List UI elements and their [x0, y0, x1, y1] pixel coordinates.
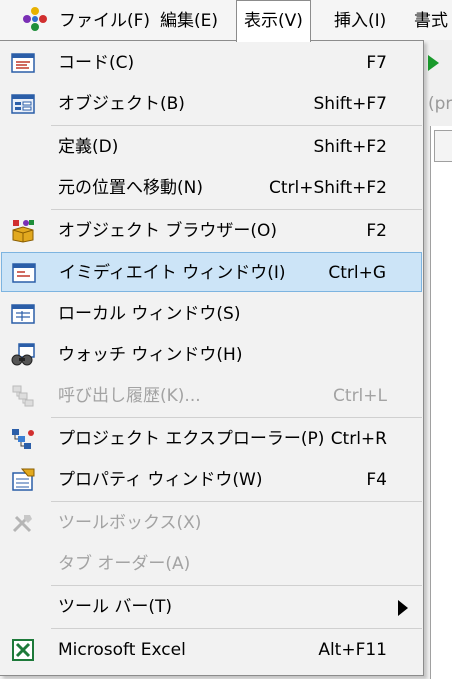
menu-item-label: コード(C): [58, 53, 135, 73]
menu-item-label: オブジェクト ブラウザー(O): [58, 221, 278, 241]
code-window-icon: [11, 53, 35, 73]
menu-item-project-explorer[interactable]: プロジェクト エクスプローラー(P) Ctrl+R: [1, 419, 422, 459]
menu-item-definition[interactable]: 定義(D) Shift+F2: [1, 127, 422, 167]
menu-item-shortcut: Ctrl+R: [330, 429, 387, 449]
background-text: (pr: [428, 94, 452, 114]
immediate-window-icon: [12, 263, 36, 283]
menu-item-label: Microsoft Excel: [58, 640, 186, 660]
menu-item-code[interactable]: コード(C) F7: [1, 43, 422, 83]
menu-item-shortcut: F2: [366, 221, 387, 241]
menu-item-watch-window[interactable]: ウォッチ ウィンドウ(H): [1, 335, 422, 375]
menu-item-microsoft-excel[interactable]: Microsoft Excel Alt+F11: [1, 630, 422, 670]
menu-item-label: オブジェクト(B): [58, 94, 185, 114]
menu-item-shortcut: F7: [366, 53, 387, 73]
menu-item-label: プロジェクト エクスプローラー(P): [58, 429, 325, 449]
menu-item-properties-window[interactable]: プロパティ ウィンドウ(W) F4: [1, 460, 422, 500]
menu-item-label: タブ オーダー(A): [58, 554, 191, 574]
excel-icon: [12, 639, 34, 661]
menu-format[interactable]: 書式: [407, 0, 452, 40]
submenu-arrow-icon: [398, 600, 408, 616]
menu-view[interactable]: 表示(V): [236, 0, 311, 42]
call-stack-icon: [12, 385, 34, 407]
menu-separator: [51, 501, 422, 502]
background-pane-tab: [434, 130, 452, 162]
menu-item-locals-window[interactable]: ローカル ウィンドウ(S): [1, 294, 422, 334]
menu-item-toolbars[interactable]: ツール バー(T): [1, 587, 422, 627]
menu-item-shortcut: Ctrl+G: [328, 263, 386, 283]
menu-item-label: 呼び出し履歴(K)...: [58, 386, 201, 406]
properties-window-icon: [12, 468, 35, 491]
menu-edit[interactable]: 編集(E): [153, 0, 225, 40]
menu-item-toolbox[interactable]: ツールボックス(X): [1, 503, 422, 543]
menu-item-tab-order[interactable]: タブ オーダー(A): [1, 544, 422, 584]
menu-item-label: ツール バー(T): [58, 597, 173, 617]
menu-item-shortcut: Ctrl+L: [333, 386, 387, 406]
view-menu-dropdown: コード(C) F7 オブジェクト(B) Shift+F7 定義(D) Shift…: [0, 40, 424, 676]
menu-item-label: ローカル ウィンドウ(S): [58, 304, 241, 324]
menu-item-last-position[interactable]: 元の位置へ移動(N) Ctrl+Shift+F2: [1, 168, 422, 208]
menu-item-call-stack[interactable]: 呼び出し履歴(K)... Ctrl+L: [1, 376, 422, 416]
menu-item-label: 定義(D): [58, 137, 119, 157]
menu-item-immediate-window[interactable]: イミディエイト ウィンドウ(I) Ctrl+G: [1, 252, 422, 292]
menu-item-shortcut: Shift+F7: [313, 94, 387, 114]
menu-item-label: ウォッチ ウィンドウ(H): [58, 345, 243, 365]
menu-bar: ファイル(F) 編集(E) 表示(V) 挿入(I) 書式: [0, 0, 452, 42]
menu-file[interactable]: ファイル(F): [52, 0, 157, 40]
menu-item-label: 元の位置へ移動(N): [58, 178, 203, 198]
menu-item-shortcut: Shift+F2: [313, 137, 387, 157]
menu-item-shortcut: Ctrl+Shift+F2: [269, 178, 387, 198]
object-window-icon: [11, 94, 35, 114]
menu-item-shortcut: Alt+F11: [318, 640, 387, 660]
menu-separator: [51, 209, 422, 210]
menu-separator: [51, 417, 422, 418]
object-browser-icon: [12, 220, 34, 243]
locals-window-icon: [11, 304, 35, 324]
vba-app-icon: [23, 7, 47, 31]
menu-separator: [51, 125, 422, 126]
menu-insert[interactable]: 挿入(I): [327, 0, 393, 40]
menu-item-object-browser[interactable]: オブジェクト ブラウザー(O) F2: [1, 211, 422, 251]
project-explorer-icon: [12, 429, 34, 449]
menu-item-object[interactable]: オブジェクト(B) Shift+F7: [1, 84, 422, 124]
menu-item-label: プロパティ ウィンドウ(W): [58, 470, 263, 490]
menu-separator: [51, 628, 422, 629]
menu-item-label: ツールボックス(X): [58, 513, 202, 533]
background-pane: [430, 126, 452, 679]
menu-separator: [51, 585, 422, 586]
watch-window-icon: [11, 343, 35, 366]
menu-item-shortcut: F4: [366, 470, 387, 490]
menu-item-label: イミディエイト ウィンドウ(I): [59, 263, 286, 283]
toolbox-icon: [12, 515, 32, 533]
run-icon[interactable]: [428, 55, 439, 71]
